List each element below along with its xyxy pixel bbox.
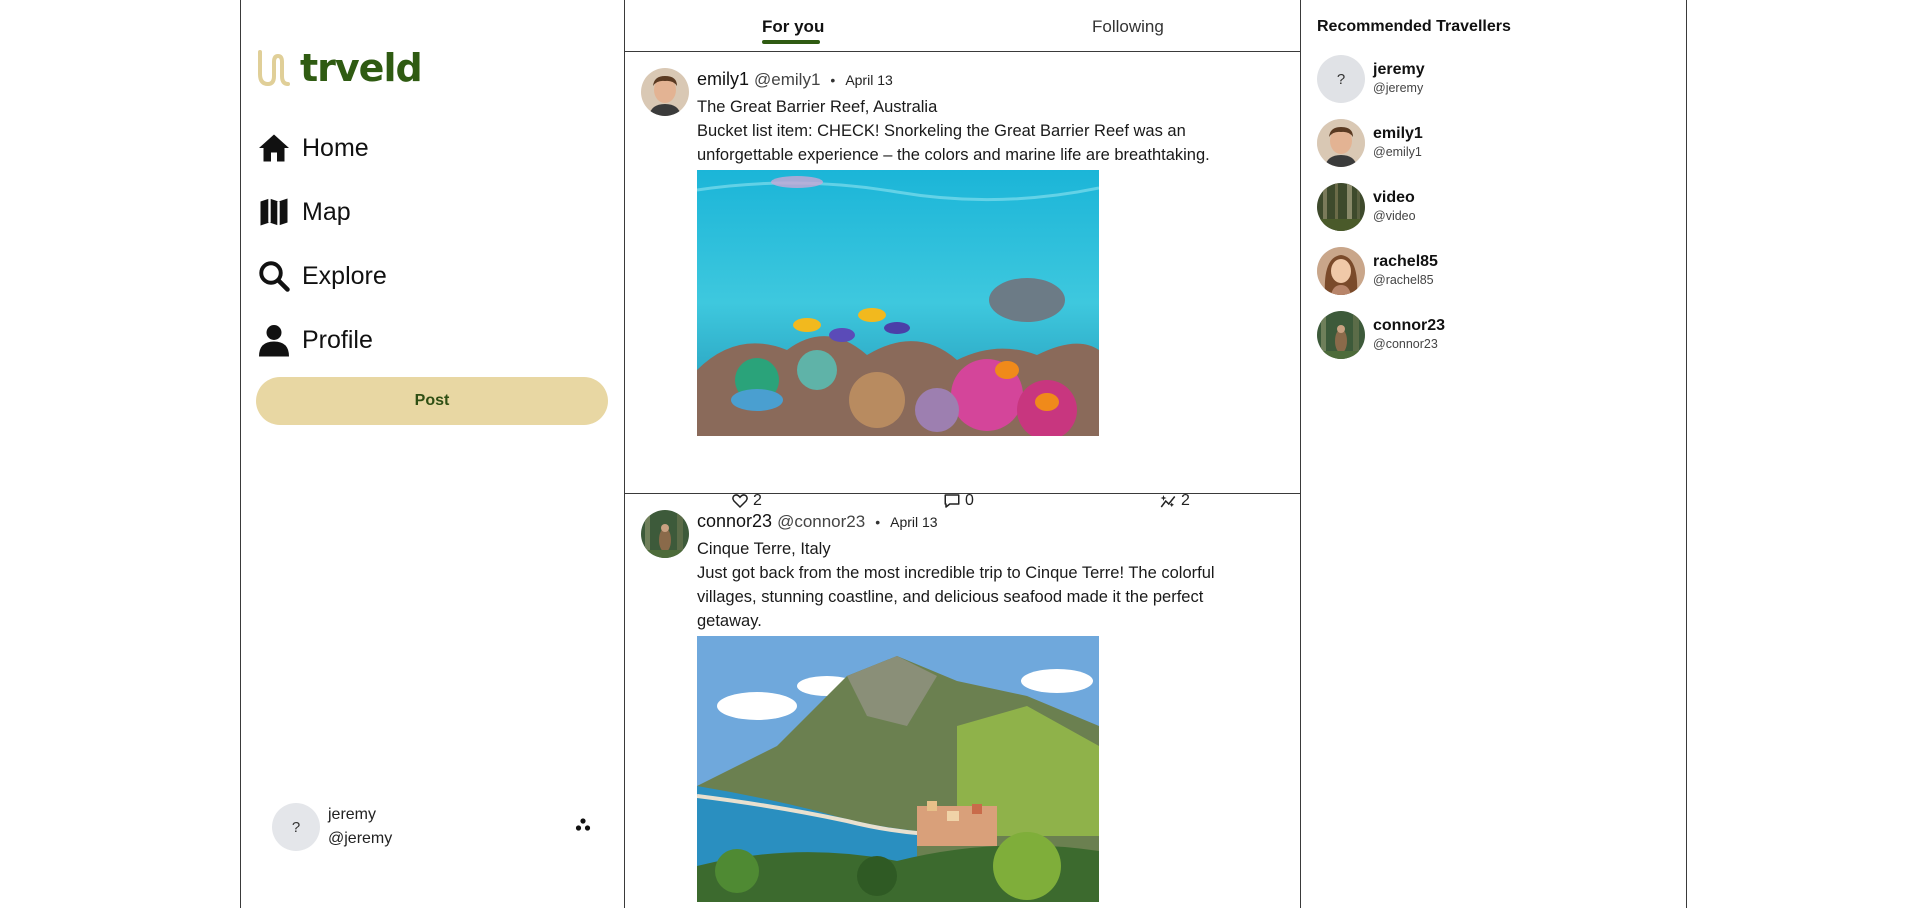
post-author-name[interactable]: emily1 [697, 69, 749, 90]
avatar-photo [641, 68, 689, 116]
recommended-user[interactable]: ? jeremy @jeremy [1317, 52, 1617, 106]
nav-profile[interactable]: Profile [256, 308, 387, 372]
post-text: Just got back from the most incredible t… [697, 564, 1215, 630]
feed-right-border [1300, 0, 1301, 908]
recommended-name: rachel85 [1373, 253, 1438, 270]
post-card[interactable]: connor23 @connor23 • April 13 Cinque Ter… [625, 494, 1300, 908]
coast-photo [697, 636, 1099, 902]
recommended-user[interactable]: video @video [1317, 180, 1617, 234]
recommended-handle: @rachel85 [1373, 273, 1434, 287]
recommended-avatar: ? [1317, 55, 1365, 103]
nav-explore[interactable]: Explore [256, 244, 387, 308]
current-user-card[interactable]: ? jeremy @jeremy [272, 800, 608, 854]
nav-home-label: Home [302, 133, 369, 162]
post-avatar[interactable] [641, 510, 689, 558]
current-user-handle: @jeremy [328, 830, 393, 847]
post-date: April 13 [890, 514, 938, 530]
recommended-handle: @connor23 [1373, 337, 1438, 351]
post-author-handle: @connor23 [777, 512, 866, 531]
active-tab-indicator [762, 40, 820, 44]
feed: For you Following emily1 @emily1 • April… [625, 0, 1300, 908]
recommended-user[interactable]: rachel85 @rachel85 [1317, 244, 1617, 298]
nav-explore-label: Explore [302, 261, 387, 290]
recommended-user[interactable]: connor23 @connor23 [1317, 308, 1617, 362]
post-card[interactable]: emily1 @emily1 • April 13 The Great Barr… [625, 52, 1300, 509]
nav-profile-label: Profile [302, 325, 373, 354]
right-border [1686, 0, 1687, 908]
app-logo[interactable]: trveld [256, 46, 423, 90]
post-text: Bucket list item: CHECK! Snorkeling the … [697, 122, 1210, 164]
main-nav: Home Map Explore Profile [256, 116, 387, 372]
post-author-name[interactable]: connor23 [697, 511, 772, 532]
separator-dot: • [830, 72, 836, 88]
tab-for-you[interactable]: For you [762, 17, 824, 37]
post-location: Cinque Terre, Italy [697, 540, 831, 558]
left-sidebar: trveld Home Map Explore Profile Post ? j… [240, 0, 624, 908]
nav-map[interactable]: Map [256, 180, 387, 244]
separator-dot: • [875, 514, 881, 530]
recommended-avatar [1317, 311, 1365, 359]
logo-mark-icon [258, 50, 290, 87]
recommended-handle: @video [1373, 209, 1416, 223]
recommended-handle: @jeremy [1373, 81, 1424, 95]
post-date: April 13 [845, 72, 893, 88]
map-icon [260, 198, 288, 226]
recommended-handle: @emily1 [1373, 145, 1422, 159]
current-user-name: jeremy [328, 806, 377, 823]
logo-text: trveld [300, 46, 423, 90]
home-icon [259, 134, 289, 162]
search-icon [259, 261, 290, 292]
recommended-name: video [1373, 189, 1415, 206]
recommended-avatar [1317, 247, 1365, 295]
post-avatar[interactable] [641, 68, 689, 116]
post-author-handle: @emily1 [754, 70, 821, 89]
post-image[interactable] [697, 170, 1099, 436]
user-icon [259, 325, 289, 357]
recommended-user[interactable]: emily1 @emily1 [1317, 116, 1617, 170]
post-image[interactable] [697, 636, 1099, 902]
recommended-avatar [1317, 183, 1365, 231]
post-location: The Great Barrier Reef, Australia [697, 98, 938, 116]
nav-map-label: Map [302, 197, 351, 226]
nav-home[interactable]: Home [256, 116, 387, 180]
recommended-avatar [1317, 119, 1365, 167]
recommended-name: emily1 [1373, 125, 1423, 142]
more-options-icon[interactable] [574, 816, 592, 834]
current-user-avatar: ? [272, 803, 320, 851]
reef-photo [697, 170, 1099, 436]
recommended-title: Recommended Travellers [1317, 18, 1511, 35]
recommended-name: jeremy [1373, 61, 1425, 78]
avatar-photo [641, 510, 689, 558]
recommended-name: connor23 [1373, 317, 1446, 334]
post-button[interactable]: Post [256, 377, 608, 425]
tab-following[interactable]: Following [1092, 17, 1164, 37]
feed-tabs: For you Following [625, 0, 1300, 52]
